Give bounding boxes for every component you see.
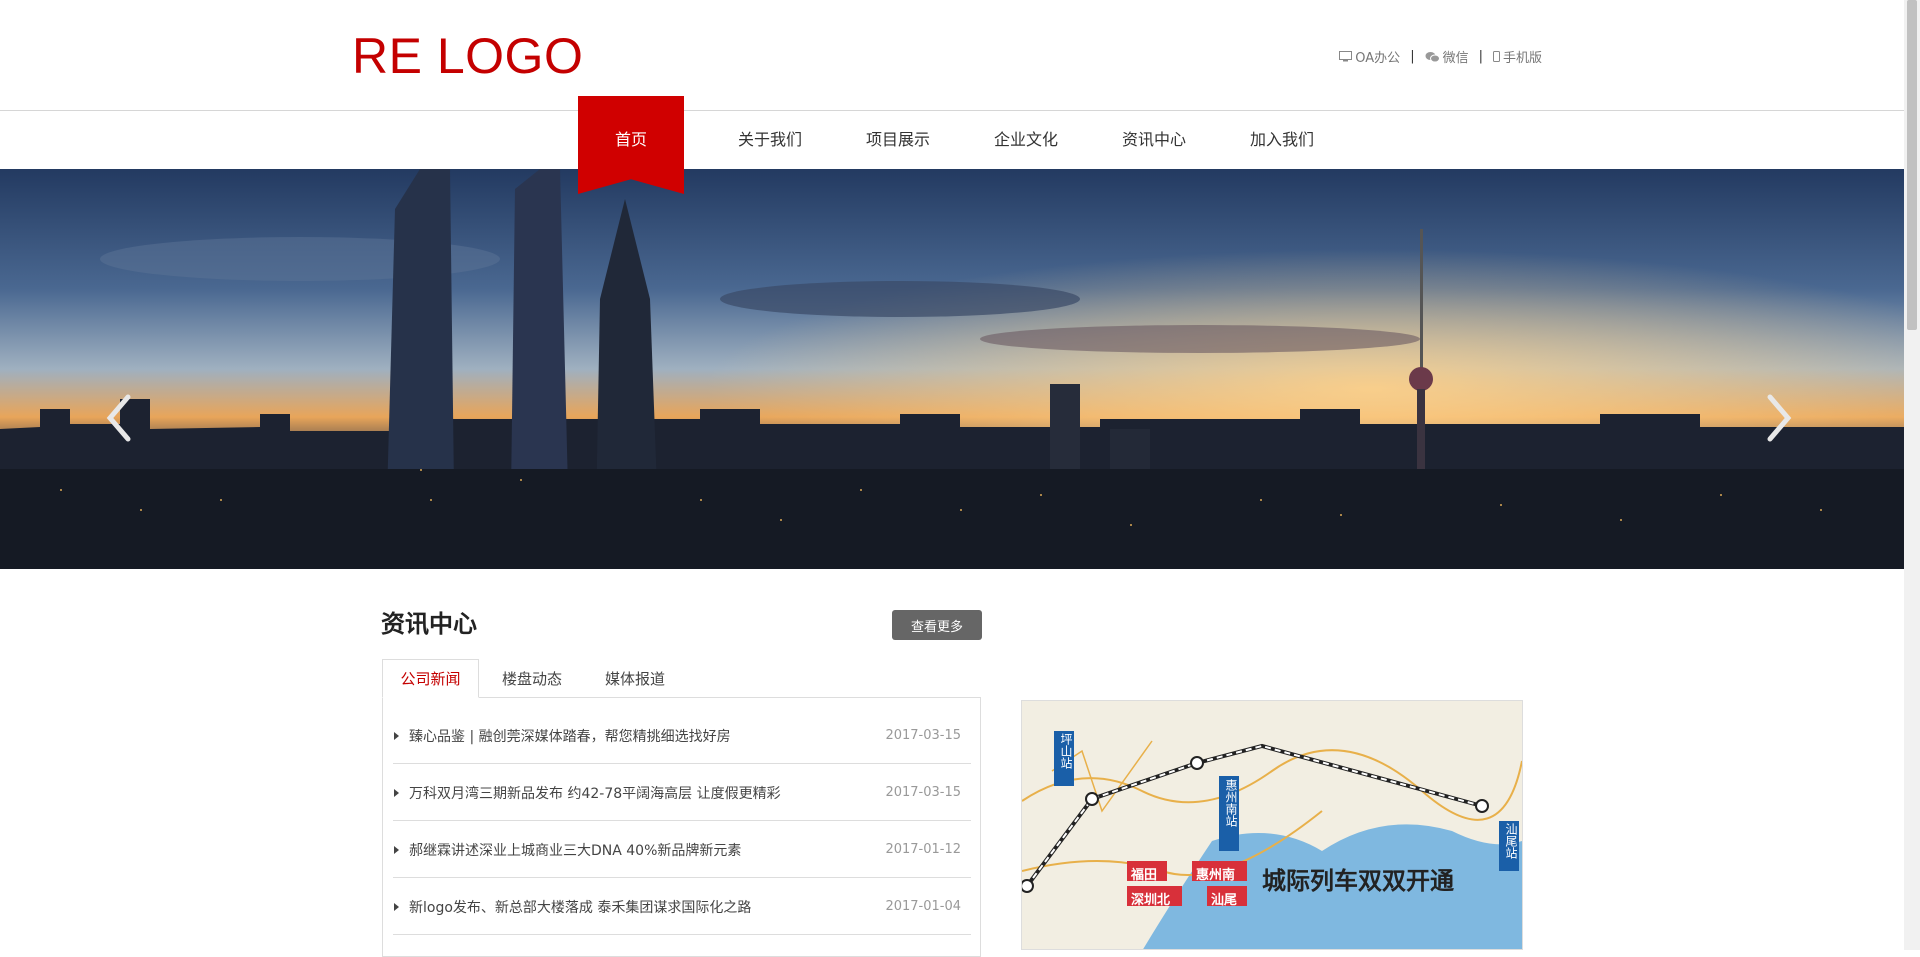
nav-item-about[interactable]: 关于我们 (706, 96, 834, 169)
news-item-date: 2017-01-12 (885, 842, 961, 857)
map-station-label: 坪山站 (1059, 733, 1073, 769)
tab-company-news[interactable]: 公司新闻 (382, 659, 479, 698)
banner-prev-arrow[interactable] (104, 393, 134, 447)
rail-map-image (1022, 701, 1522, 949)
separator: | (1410, 49, 1415, 64)
chevron-left-icon (106, 394, 131, 442)
page-scrollbar[interactable] (1904, 0, 1920, 950)
oa-link[interactable]: OA办公 (1339, 47, 1400, 66)
nav-item-news[interactable]: 资讯中心 (1090, 96, 1218, 169)
news-item[interactable]: 臻心品鉴 | 融创莞深媒体踏春，帮您精挑细选找好房 2017-03-15 (393, 708, 971, 764)
news-tabs: 公司新闻 楼盘动态 媒体报道 (382, 659, 685, 698)
nav-item-culture[interactable]: 企业文化 (962, 96, 1090, 169)
news-item-title: 郝继霖讲述深业上城商业三大DNA 40%新品牌新元素 (409, 842, 742, 859)
map-city-label: 深圳北 (1131, 893, 1171, 908)
banner-next-arrow[interactable] (1764, 393, 1794, 447)
news-item-title: 臻心品鉴 | 融创莞深媒体踏春，帮您精挑细选找好房 (409, 728, 731, 745)
view-more-button[interactable]: 查看更多 (892, 610, 982, 640)
bullet-triangle-icon (394, 731, 399, 740)
banner-image (0, 169, 1904, 569)
main-nav: 首页 关于我们 项目展示 企业文化 资讯中心 加入我们 (0, 96, 1904, 194)
oa-link-label: OA办公 (1355, 51, 1401, 66)
map-headline: 城际列车双双开通 (1262, 867, 1454, 895)
bullet-triangle-icon (394, 902, 399, 911)
hero-banner[interactable] (0, 169, 1904, 569)
mobile-link-label: 手机版 (1502, 51, 1542, 66)
news-item-date: 2017-01-04 (885, 899, 961, 914)
wechat-link[interactable]: 微信 (1425, 47, 1469, 66)
scrollbar-thumb[interactable] (1907, 0, 1917, 330)
site-logo[interactable]: RE LOGO (352, 26, 583, 86)
news-feature-image[interactable]: 城际列车双双开通 坪山站 惠州南站 汕尾站 福田 惠州南 深圳北 汕尾 (1021, 700, 1523, 950)
news-item[interactable]: 新logo发布、新总部大楼落成 泰禾集团谋求国际化之路 2017-01-04 (393, 879, 971, 935)
nav-item-projects[interactable]: 项目展示 (834, 96, 962, 169)
wechat-link-label: 微信 (1442, 51, 1469, 66)
top-links: OA办公 | 微信 | 手机版 (1339, 47, 1542, 66)
mobile-link[interactable]: 手机版 (1492, 47, 1542, 66)
tab-media-reports[interactable]: 媒体报道 (585, 659, 685, 698)
separator: | (1478, 49, 1483, 64)
news-item-title: 万科双月湾三期新品发布 约42-78平阔海高层 让度假更精彩 (409, 785, 781, 802)
map-city-label: 汕尾 (1211, 893, 1238, 908)
bullet-triangle-icon (394, 845, 399, 854)
news-item[interactable]: 万科双月湾三期新品发布 约42-78平阔海高层 让度假更精彩 2017-03-1… (393, 765, 971, 821)
mobile-icon (1492, 51, 1500, 62)
map-city-label: 惠州南 (1196, 868, 1236, 883)
news-section-title: 资讯中心 (381, 610, 477, 638)
map-station-label: 汕尾站 (1504, 823, 1518, 859)
news-item-date: 2017-03-15 (885, 728, 961, 743)
monitor-icon (1339, 51, 1353, 62)
tab-property-updates[interactable]: 楼盘动态 (479, 659, 585, 698)
map-city-label: 福田 (1131, 868, 1158, 883)
news-list-panel: 臻心品鉴 | 融创莞深媒体踏春，帮您精挑细选找好房 2017-03-15 万科双… (382, 697, 981, 957)
bullet-triangle-icon (394, 788, 399, 797)
map-station-label: 惠州南站 (1224, 779, 1238, 827)
nav-item-home[interactable]: 首页 (578, 96, 684, 194)
chevron-right-icon (1767, 394, 1792, 442)
wechat-icon (1425, 51, 1440, 63)
news-item[interactable]: 郝继霖讲述深业上城商业三大DNA 40%新品牌新元素 2017-01-12 (393, 822, 971, 878)
news-item-date: 2017-03-15 (885, 785, 961, 800)
nav-item-join[interactable]: 加入我们 (1218, 96, 1346, 169)
news-item-title: 新logo发布、新总部大楼落成 泰禾集团谋求国际化之路 (409, 899, 752, 916)
